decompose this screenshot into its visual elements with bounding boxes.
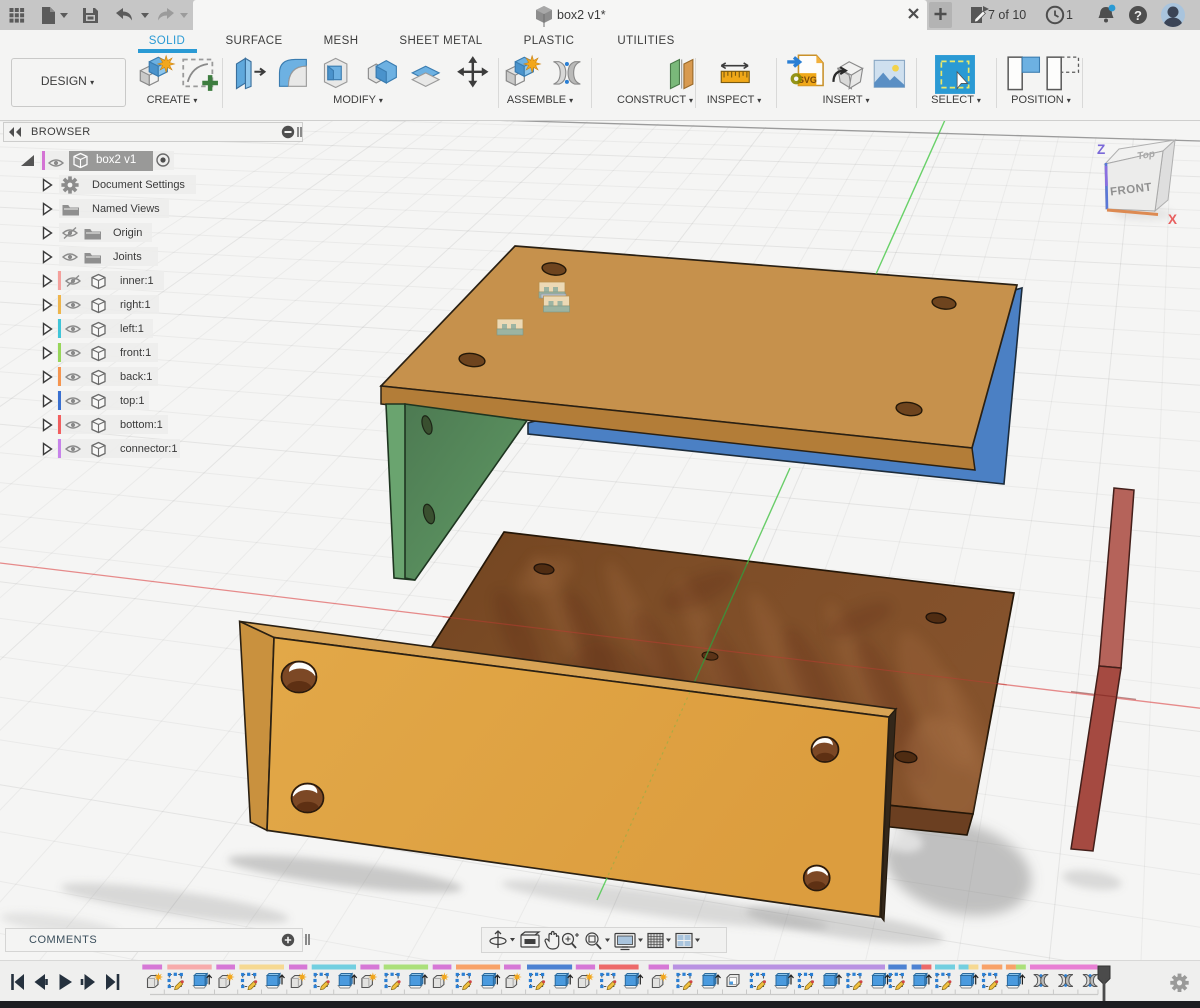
svg-text:Z: Z (1097, 142, 1105, 157)
svg-text:?: ? (1134, 8, 1142, 23)
svg-text:X: X (1168, 212, 1177, 227)
